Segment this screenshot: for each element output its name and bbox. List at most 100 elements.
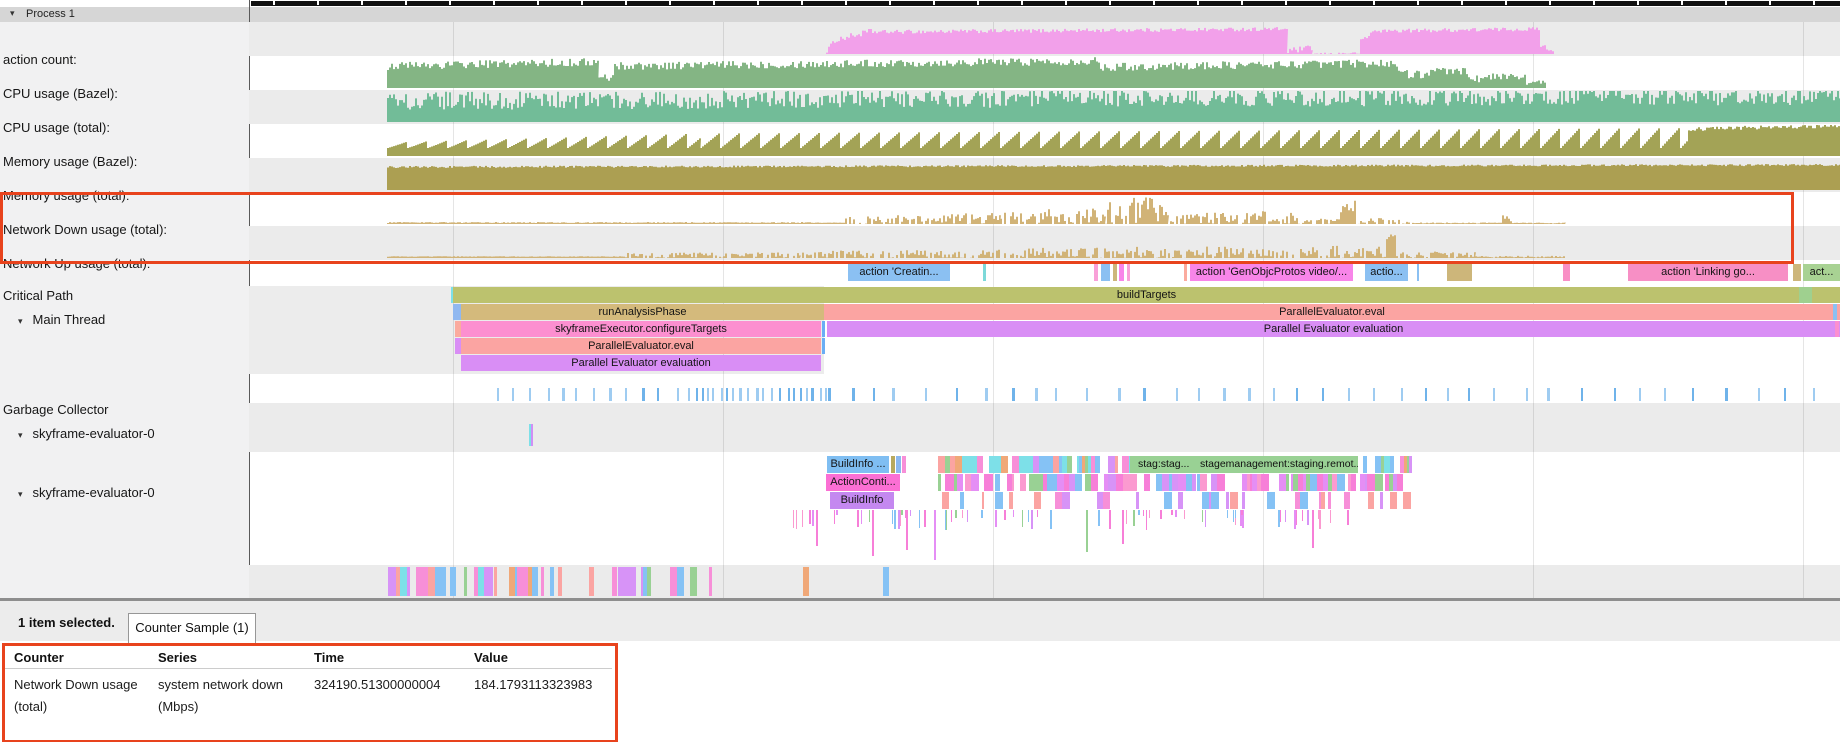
deep-tick[interactable] [1122,510,1124,544]
gc-tick[interactable] [1055,388,1057,401]
gc-tick[interactable] [575,388,577,401]
counter-mem-bazel[interactable] [387,125,1840,156]
slice[interactable] [1119,264,1124,281]
trace-slice[interactable] [1108,474,1116,491]
hanging-tick[interactable] [796,510,798,529]
slice-actio[interactable]: actio... [1365,264,1408,281]
trace-slice[interactable] [1397,474,1403,491]
gc-tick[interactable] [956,388,958,401]
gc-tick[interactable] [1526,388,1528,401]
trace-slice[interactable] [938,474,941,491]
slice-action-genobjcprotos-video[interactable]: action 'GenObjcProtos video/... [1190,264,1353,281]
gc-tick[interactable] [497,388,499,401]
trace-slice[interactable] [883,567,889,596]
trace-slice[interactable] [990,474,993,491]
trace-slice[interactable] [1226,492,1229,509]
trace-slice[interactable] [1321,492,1325,509]
counter-net-down[interactable] [387,198,1566,225]
hanging-tick[interactable] [869,510,871,522]
hanging-tick[interactable] [910,510,912,516]
trace-slice[interactable] [435,567,442,596]
trace-slice[interactable] [1192,474,1196,491]
trace-slice[interactable] [1409,456,1412,473]
slice[interactable] [1094,264,1098,281]
hanging-tick[interactable] [1302,510,1304,521]
gc-tick[interactable] [512,388,514,401]
trace-slice[interactable] [995,456,1002,473]
hanging-tick[interactable] [894,510,896,529]
trace-slice[interactable] [1091,474,1098,491]
gc-tick[interactable] [1784,388,1786,401]
hanging-tick[interactable] [1347,510,1349,525]
hanging-tick[interactable] [945,510,947,530]
trace-slice[interactable] [995,492,1002,509]
trace-slice[interactable] [1164,492,1172,509]
trace-slice[interactable] [629,567,636,596]
trace-slice[interactable] [1020,474,1026,491]
deep-tick[interactable] [1312,510,1314,548]
trace-slice[interactable] [995,474,1001,491]
slice-action-creatin[interactable]: action 'Creatin... [848,264,950,281]
gc-tick[interactable] [1248,388,1251,401]
trace-slice[interactable] [1144,474,1150,491]
hanging-tick[interactable] [1037,510,1039,517]
trace-slice[interactable] [388,567,396,596]
slice-skyframeexecutor-configuretargets[interactable]: skyframeExecutor.configureTargets [461,321,821,337]
slice[interactable] [1127,264,1130,281]
hanging-tick[interactable] [1138,510,1140,515]
trace-slice[interactable] [982,492,985,509]
trace-slice[interactable] [1012,474,1014,491]
hanging-tick[interactable] [1098,510,1100,526]
trace-slice[interactable] [1217,492,1220,509]
gc-tick[interactable] [788,388,790,401]
trace-slice[interactable] [517,567,525,596]
gc-tick[interactable] [825,388,827,401]
hanging-tick[interactable] [951,510,953,522]
gc-tick[interactable] [1373,388,1375,401]
hanging-tick[interactable] [1028,510,1030,522]
hanging-tick[interactable] [955,510,957,518]
trace-slice[interactable] [487,567,492,596]
trace-slice[interactable] [1242,492,1244,509]
trace-slice[interactable] [1200,474,1208,491]
trace-slice[interactable] [960,492,964,509]
col-header-series[interactable]: Series [158,650,197,665]
slice-runanalysisphase[interactable]: runAnalysisPhase [461,304,824,320]
gc-tick[interactable] [1401,388,1403,401]
trace-slice[interactable] [1067,456,1072,473]
gc-tick[interactable] [852,388,855,401]
trace-slice[interactable] [1062,492,1070,509]
gc-tick[interactable] [657,388,659,401]
trace-slice[interactable] [1116,474,1123,491]
gc-tick[interactable] [779,388,781,401]
hanging-tick[interactable] [861,510,863,524]
trace-slice[interactable] [1108,456,1115,473]
trace-slice[interactable] [957,474,963,491]
trace-slice[interactable] [407,567,411,596]
gc-tick[interactable] [1035,388,1038,401]
gc-tick[interactable] [793,388,795,401]
gc-tick[interactable] [696,388,698,401]
gc-tick[interactable] [756,388,759,401]
hanging-tick[interactable] [857,510,859,527]
trace-slice[interactable] [1390,456,1394,473]
trace-slice[interactable] [1279,474,1286,491]
hanging-tick[interactable] [812,510,814,526]
trace-slice[interactable] [1368,492,1374,509]
gc-tick[interactable] [688,388,690,401]
trace-slice[interactable] [1295,492,1300,509]
slice[interactable] [983,264,986,281]
trace-slice[interactable] [1115,456,1118,473]
hanging-tick[interactable] [898,510,900,529]
gc-tick[interactable] [1198,388,1200,401]
hanging-tick[interactable] [1184,510,1186,519]
hanging-tick[interactable] [1294,510,1296,529]
slice-act[interactable]: act... [1803,264,1840,281]
trace-slice[interactable] [1337,474,1345,491]
slice[interactable] [1799,287,1812,303]
trace-slice[interactable] [589,567,593,596]
slice[interactable] [1793,264,1801,281]
trace-slice[interactable] [1286,474,1289,491]
trace-slice[interactable] [1075,474,1082,491]
gc-tick[interactable] [721,388,723,401]
